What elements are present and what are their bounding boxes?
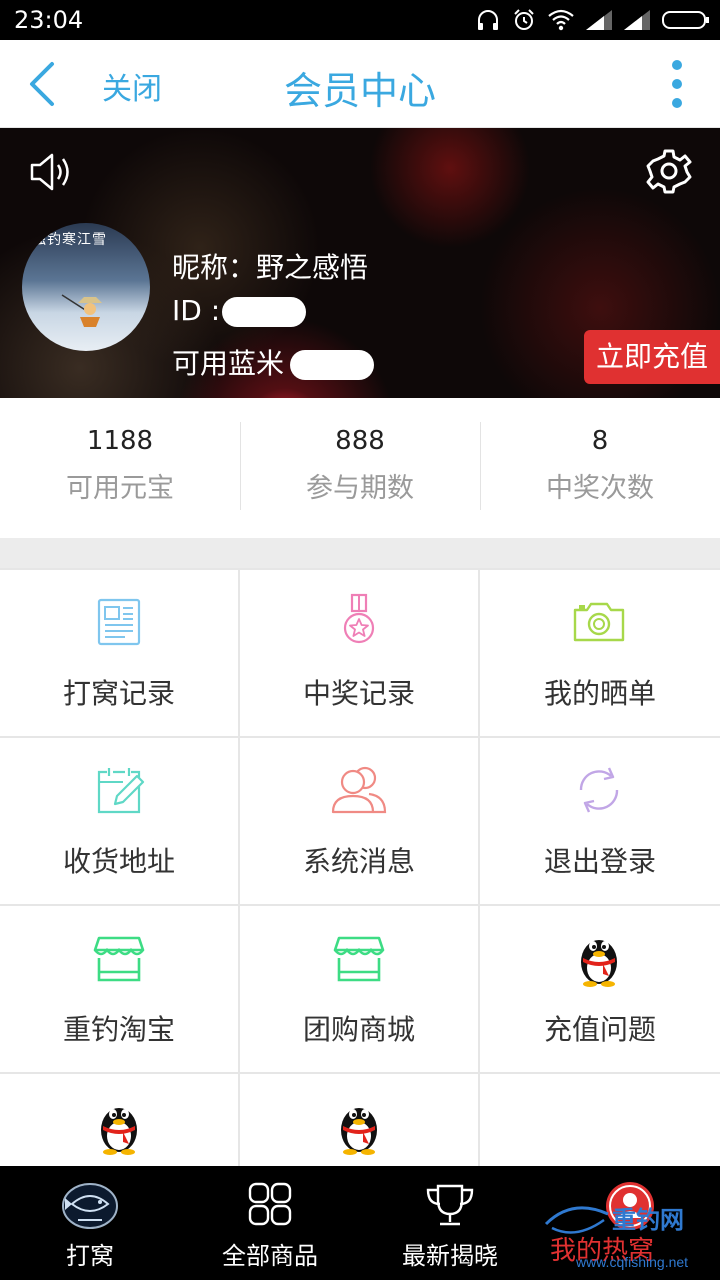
- qq-penguin-icon: [341, 1108, 377, 1155]
- site-watermark: 重钓网 我的热窝 www.cqfishing.net: [542, 1194, 712, 1274]
- section-divider: [0, 538, 720, 568]
- user-id-line: ID :: [172, 294, 307, 327]
- fish-logo-icon: [62, 1183, 118, 1229]
- more-options-icon[interactable]: [662, 58, 692, 110]
- shop-icon: [333, 936, 385, 982]
- menu-item-recharge-help[interactable]: 充值问题: [480, 906, 720, 1072]
- qq-penguin-icon: [581, 940, 617, 987]
- stats-row: 1188 可用元宝 888 参与期数 8 中奖次数: [0, 398, 720, 538]
- status-bar: 23:04: [0, 0, 720, 40]
- watermark-url: www.cqfishing.net: [576, 1254, 689, 1270]
- nav-label: 全部商品: [222, 1242, 318, 1270]
- users-icon: [331, 766, 387, 814]
- menu-item-prize-records[interactable]: 中奖记录: [240, 570, 478, 736]
- stat-label: 可用元宝: [66, 473, 174, 504]
- speaker-icon[interactable]: [28, 150, 74, 194]
- bottom-navigation: 打窝 全部商品 最新揭晓 重钓网 我的热窝 www.cqfishing.net: [0, 1166, 720, 1280]
- menu-item-group-buy-mall[interactable]: 团购商城: [240, 906, 478, 1072]
- nickname-value: 野之感悟: [256, 251, 369, 284]
- wifi-icon: [548, 9, 574, 31]
- settings-gear-icon[interactable]: [646, 148, 692, 194]
- grid-icon: [248, 1182, 292, 1226]
- menu-item-empty: [480, 1074, 720, 1166]
- shop-icon: [93, 936, 145, 982]
- coins-line: 可用蓝米: [172, 342, 375, 382]
- user-id-label: ID :: [172, 294, 221, 327]
- document-icon: [97, 598, 141, 646]
- medal-icon: [343, 593, 375, 644]
- page-title: 会员中心: [283, 69, 436, 113]
- menu-item-qq-contact-1[interactable]: [0, 1074, 238, 1166]
- stat-value: 888: [335, 426, 385, 456]
- nav-label: 最新揭晓: [402, 1242, 498, 1270]
- stat-ingots[interactable]: 1188 可用元宝: [0, 398, 240, 538]
- stat-value: 1188: [86, 426, 154, 456]
- nav-tab-nest[interactable]: 打窝: [0, 1166, 180, 1280]
- calendar-edit-icon: [97, 768, 145, 814]
- menu-item-label: 退出登录: [543, 845, 656, 878]
- qq-penguin-icon: [101, 1108, 137, 1155]
- fisherman-icon: [61, 294, 102, 327]
- redacted-user-id: [222, 297, 307, 327]
- menu-item-system-messages[interactable]: 系统消息: [240, 738, 478, 904]
- avatar[interactable]: 独钓寒江雪: [22, 223, 150, 351]
- menu-item-label: 中奖记录: [302, 677, 415, 710]
- battery-icon: [662, 11, 709, 29]
- menu-item-my-showcase[interactable]: 我的晒单: [480, 570, 720, 736]
- signal-icon: [586, 10, 612, 30]
- nav-label: 打窝: [66, 1242, 114, 1270]
- menu-item-nest-records[interactable]: 打窝记录: [0, 570, 238, 736]
- redacted-coins: [290, 350, 375, 380]
- nickname-label: 昵称：: [172, 251, 257, 284]
- stat-label: 参与期数: [306, 473, 414, 504]
- status-time: 23:04: [14, 6, 84, 34]
- alarm-icon: [514, 9, 534, 30]
- headset-icon: [478, 10, 498, 30]
- recharge-button[interactable]: 立即充值: [584, 330, 720, 384]
- camera-icon: [573, 602, 625, 642]
- menu-item-label: 团购商城: [302, 1013, 415, 1046]
- menu-item-label: 打窝记录: [62, 677, 175, 710]
- avatar-caption: 独钓寒江雪: [32, 232, 107, 248]
- stat-value: 8: [591, 426, 609, 456]
- profile-header: 独钓寒江雪 昵称：野之感悟 ID : 可用蓝米 立即充值: [0, 128, 720, 398]
- menu-item-label: 收货地址: [62, 845, 175, 878]
- status-icons: [476, 8, 710, 32]
- signal-icon-2: [624, 10, 650, 30]
- menu-item-shipping-address[interactable]: 收货地址: [0, 738, 238, 904]
- stat-wins[interactable]: 8 中奖次数: [480, 398, 720, 538]
- menu-item-label: 我的晒单: [543, 677, 656, 710]
- trophy-icon: [426, 1184, 474, 1226]
- menu-item-label: 重钓淘宝: [62, 1013, 175, 1046]
- nickname-line: 昵称：野之感悟: [172, 246, 368, 286]
- menu-item-taobao-store[interactable]: 重钓淘宝: [0, 906, 238, 1072]
- stat-periods[interactable]: 888 参与期数: [240, 398, 480, 538]
- title-bar: 关闭 会员中心: [0, 40, 720, 128]
- nav-tab-latest-results[interactable]: 最新揭晓: [360, 1166, 540, 1280]
- coins-label: 可用蓝米: [172, 347, 285, 380]
- menu-grid: 打窝记录 中奖记录 我的晒单 收货地址 系统消息 退出登录 重钓淘宝 团购商城 …: [0, 568, 720, 1166]
- menu-item-qq-contact-2[interactable]: [240, 1074, 478, 1166]
- nav-tab-all-products[interactable]: 全部商品: [180, 1166, 360, 1280]
- menu-item-label: 充值问题: [543, 1013, 656, 1046]
- stat-label: 中奖次数: [546, 473, 654, 504]
- menu-item-logout[interactable]: 退出登录: [480, 738, 720, 904]
- refresh-icon: [579, 767, 619, 813]
- menu-item-label: 系统消息: [302, 845, 415, 878]
